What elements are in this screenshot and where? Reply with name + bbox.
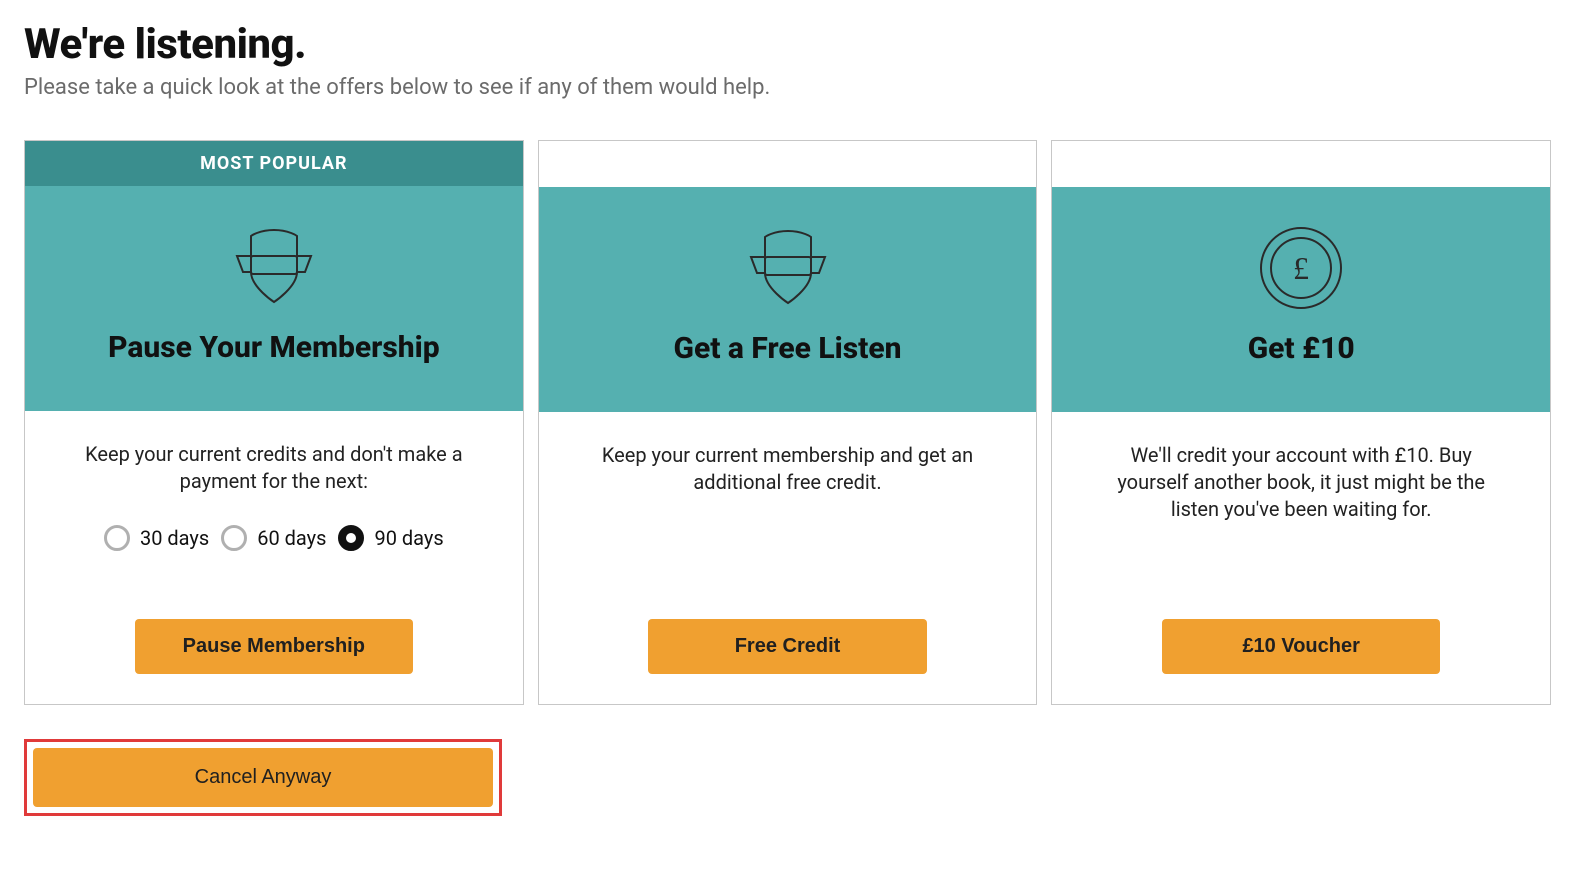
- pause-membership-button[interactable]: Pause Membership: [135, 619, 414, 674]
- svg-text:£: £: [1293, 250, 1309, 286]
- radio-label: 30 days: [140, 526, 209, 550]
- card-footer: Pause Membership: [25, 619, 523, 704]
- page-subtitle: Please take a quick look at the offers b…: [24, 75, 1551, 100]
- card-get-ten-pounds: £ Get £10 We'll credit your account with…: [1051, 140, 1551, 705]
- card-body: We'll credit your account with £10. Buy …: [1052, 412, 1550, 539]
- shield-ribbon-icon: [219, 222, 329, 312]
- card-text: Keep your current membership and get an …: [583, 442, 993, 496]
- pound-coin-icon: £: [1256, 223, 1346, 313]
- cancel-anyway-button[interactable]: Cancel Anyway: [33, 748, 493, 807]
- pause-duration-radios: 30 days 60 days 90 days: [69, 525, 479, 551]
- radio-60-days[interactable]: 60 days: [221, 525, 326, 551]
- radio-circle-icon: [221, 525, 247, 551]
- card-free-listen: Get a Free Listen Keep your current memb…: [538, 140, 1038, 705]
- shield-ribbon-icon: [733, 223, 843, 313]
- ten-pound-voucher-button[interactable]: £10 Voucher: [1162, 619, 1441, 674]
- radio-circle-icon: [338, 525, 364, 551]
- radio-30-days[interactable]: 30 days: [104, 525, 209, 551]
- card-text: We'll credit your account with £10. Buy …: [1096, 442, 1506, 523]
- card-title: Pause Your Membership: [108, 330, 440, 365]
- card-footer: £10 Voucher: [1052, 619, 1550, 704]
- card-title: Get a Free Listen: [674, 331, 902, 366]
- cancel-anyway-highlight: Cancel Anyway: [24, 739, 502, 816]
- card-header: Pause Your Membership: [25, 186, 523, 411]
- card-text: Keep your current credits and don't make…: [69, 441, 479, 495]
- radio-label: 90 days: [374, 526, 443, 550]
- page-title: We're listening.: [24, 20, 1551, 69]
- most-popular-badge: MOST POPULAR: [25, 141, 523, 186]
- radio-label: 60 days: [257, 526, 326, 550]
- card-header: Get a Free Listen: [539, 187, 1037, 412]
- card-body: Keep your current membership and get an …: [539, 412, 1037, 512]
- card-body: Keep your current credits and don't make…: [25, 411, 523, 567]
- card-pause-membership: MOST POPULAR Pause Your Membership Keep …: [24, 140, 524, 705]
- free-credit-button[interactable]: Free Credit: [648, 619, 927, 674]
- card-title: Get £10: [1248, 331, 1355, 366]
- card-footer: Free Credit: [539, 619, 1037, 704]
- radio-90-days[interactable]: 90 days: [338, 525, 443, 551]
- card-header: £ Get £10: [1052, 187, 1550, 412]
- offer-cards: MOST POPULAR Pause Your Membership Keep …: [24, 140, 1551, 705]
- radio-circle-icon: [104, 525, 130, 551]
